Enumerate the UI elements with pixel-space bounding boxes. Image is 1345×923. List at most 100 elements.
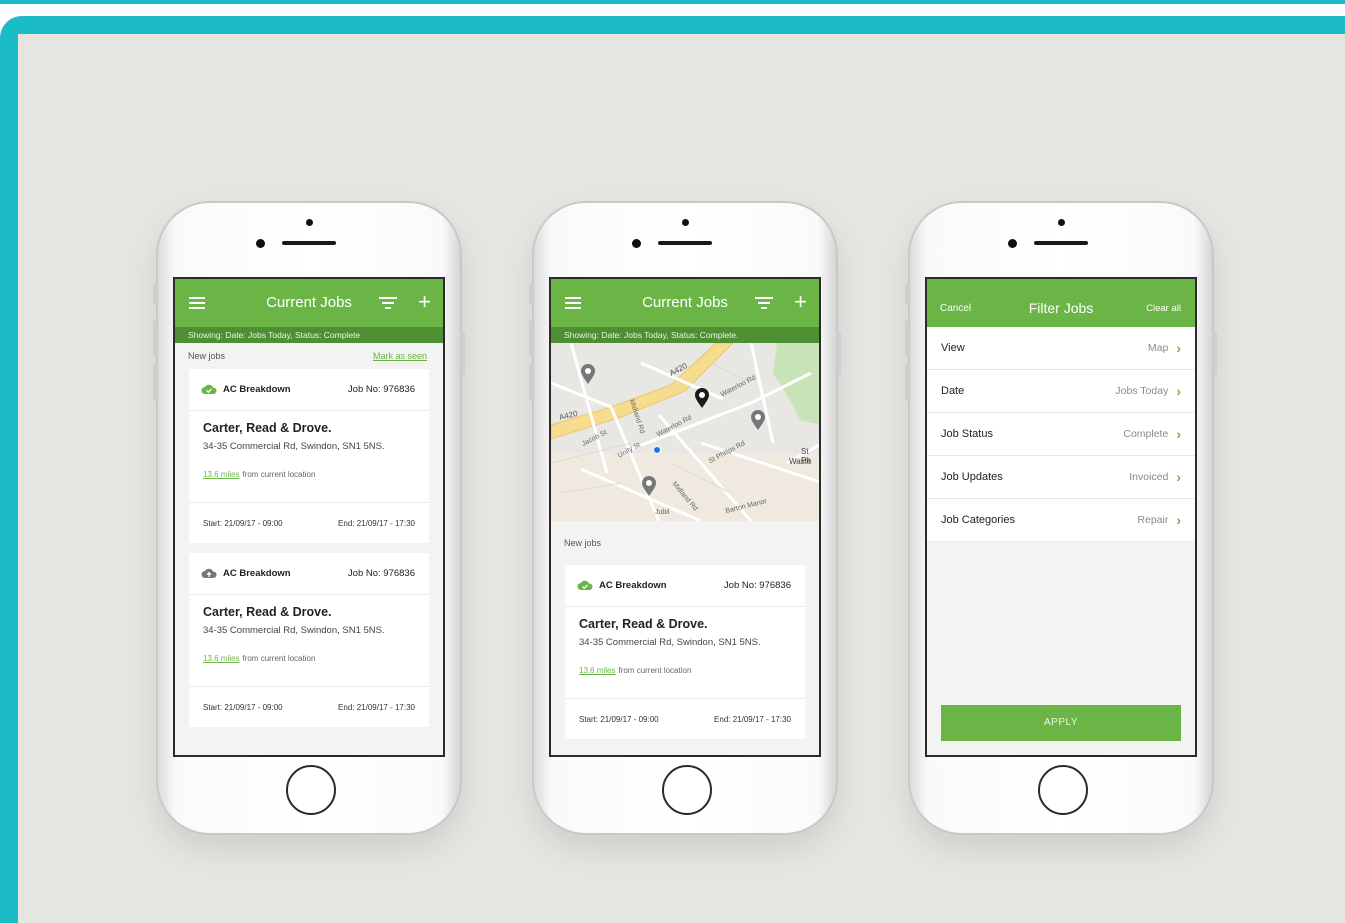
mark-as-seen-link[interactable]: Mark as seen	[373, 351, 427, 361]
home-button[interactable]	[662, 765, 712, 815]
filter-label: View	[941, 342, 965, 354]
add-icon[interactable]: +	[418, 291, 431, 313]
home-button[interactable]	[286, 765, 336, 815]
job-category-label: AC Breakdown	[223, 384, 291, 395]
power-button	[461, 331, 465, 375]
clear-all-button[interactable]: Clear all	[1146, 303, 1181, 314]
job-card-footer: Start: 21/09/17 - 09:00 End: 21/09/17 - …	[565, 699, 805, 739]
job-end: End: 21/09/17 - 17:30	[338, 518, 415, 528]
job-start: Start: 21/09/17 - 09:00	[203, 702, 283, 712]
app-header: Current Jobs +	[551, 279, 819, 327]
home-button[interactable]	[1038, 765, 1088, 815]
job-number: Job No: 976836	[347, 384, 415, 395]
job-card-body: Carter, Read & Drove. 34-35 Commercial R…	[189, 411, 429, 503]
filter-label: Job Updates	[941, 471, 1003, 483]
filter-label: Job Status	[941, 428, 993, 440]
volume-up-button	[529, 321, 533, 357]
volume-down-button	[153, 365, 157, 401]
earpiece-speaker	[1034, 241, 1088, 245]
job-number: Job No: 976836	[347, 568, 415, 579]
filter-row-job-categories[interactable]: Job Categories Repair ›	[927, 499, 1195, 542]
map-pin-selected-icon[interactable]	[694, 387, 710, 409]
front-camera	[1058, 219, 1065, 226]
mute-switch	[529, 283, 533, 305]
filter-summary: Showing: Date: Jobs Today, Status: Compl…	[175, 327, 443, 343]
filter-value: Repair ›	[1137, 513, 1181, 527]
job-address: 34-35 Commercial Rd, Swindon, SN1 5NS.	[579, 637, 761, 648]
filter-icon[interactable]	[379, 297, 397, 309]
job-card[interactable]: AC Breakdown Job No: 976836 Carter, Read…	[565, 565, 805, 739]
section-label: New jobs	[564, 538, 602, 548]
job-end: End: 21/09/17 - 17:30	[338, 702, 415, 712]
filter-row-view[interactable]: View Map ›	[927, 327, 1195, 370]
apply-button[interactable]: APPLY	[941, 705, 1181, 741]
page-title: Current Jobs	[266, 294, 352, 311]
job-card-body: Carter, Read & Drove. 34-35 Commercial R…	[565, 607, 805, 699]
distance-link[interactable]: 13.6 miles	[203, 470, 239, 479]
filter-value-text: Jobs Today	[1115, 385, 1169, 397]
filter-value: Jobs Today ›	[1115, 384, 1181, 398]
job-card[interactable]: AC Breakdown Job No: 976836 Carter, Read…	[189, 369, 429, 543]
map-pin-icon[interactable]	[580, 363, 596, 385]
job-card[interactable]: AC Breakdown Job No: 976836 Carter, Read…	[189, 553, 429, 727]
company-name: Carter, Read & Drove.	[203, 421, 332, 435]
filter-value-text: Invoiced	[1129, 471, 1169, 483]
front-camera	[682, 219, 689, 226]
earpiece-speaker	[282, 241, 336, 245]
job-card-body: Carter, Read & Drove. 34-35 Commercial R…	[189, 595, 429, 687]
map-label-waste: Waste	[789, 457, 812, 466]
map-label-jubilee: Jubil	[655, 509, 670, 516]
filter-value: Invoiced ›	[1129, 470, 1181, 484]
job-end: End: 21/09/17 - 17:30	[714, 714, 791, 724]
job-category: AC Breakdown	[201, 384, 291, 395]
mute-switch	[905, 283, 909, 305]
job-category-label: AC Breakdown	[599, 580, 667, 591]
section-header: New jobs	[551, 521, 819, 565]
chevron-right-icon: ›	[1176, 426, 1181, 442]
jobs-map[interactable]: A420 A420 Waterloo Rd Waterloo Rd Unity …	[551, 343, 819, 521]
job-start: Start: 21/09/17 - 09:00	[579, 714, 659, 724]
filter-icon[interactable]	[755, 297, 773, 309]
chevron-right-icon: ›	[1176, 383, 1181, 399]
volume-down-button	[529, 365, 533, 401]
cloud-check-icon	[201, 384, 217, 394]
cloud-check-icon	[577, 580, 593, 590]
filter-header: Cancel Filter Jobs Clear all	[927, 279, 1195, 327]
screen: Current Jobs + Showing: Date: Jobs Today…	[173, 277, 445, 757]
distance-link[interactable]: 13.6 miles	[579, 666, 615, 675]
filter-row-job-status[interactable]: Job Status Complete ›	[927, 413, 1195, 456]
power-button	[837, 331, 841, 375]
company-name: Carter, Read & Drove.	[203, 605, 332, 619]
filter-row-date[interactable]: Date Jobs Today ›	[927, 370, 1195, 413]
earpiece-speaker	[658, 241, 712, 245]
job-card-header: AC Breakdown Job No: 976836	[565, 565, 805, 607]
volume-up-button	[153, 321, 157, 357]
proximity-sensor	[1008, 239, 1017, 248]
filter-value: Complete ›	[1123, 427, 1181, 441]
job-card-header: AC Breakdown Job No: 976836	[189, 369, 429, 411]
map-pin-icon[interactable]	[750, 409, 766, 431]
power-button	[1213, 331, 1217, 375]
job-distance: 13.6 miles from current location	[203, 470, 415, 479]
job-category-label: AC Breakdown	[223, 568, 291, 579]
add-icon[interactable]: +	[794, 291, 807, 313]
filter-label: Date	[941, 385, 965, 397]
filter-value-text: Map	[1147, 342, 1169, 354]
volume-up-button	[905, 321, 909, 357]
distance-suffix: from current location	[242, 470, 316, 479]
cloud-upload-icon	[201, 568, 217, 578]
job-number: Job No: 976836	[723, 580, 791, 591]
job-card-footer: Start: 21/09/17 - 09:00 End: 21/09/17 - …	[189, 503, 429, 543]
job-category: AC Breakdown	[201, 568, 291, 579]
mockup-canvas: Current Jobs + Showing: Date: Jobs Today…	[18, 34, 1345, 923]
job-distance: 13.6 miles from current location	[203, 654, 415, 663]
chevron-right-icon: ›	[1176, 340, 1181, 356]
app-header: Current Jobs +	[175, 279, 443, 327]
job-distance: 13.6 miles from current location	[579, 666, 791, 675]
filter-row-job-updates[interactable]: Job Updates Invoiced ›	[927, 456, 1195, 499]
filter-label: Job Categories	[941, 514, 1015, 526]
distance-link[interactable]: 13.6 miles	[203, 654, 239, 663]
map-pin-icon[interactable]	[641, 475, 657, 497]
company-name: Carter, Read & Drove.	[579, 617, 708, 631]
phone-current-jobs-list: Current Jobs + Showing: Date: Jobs Today…	[153, 201, 465, 835]
